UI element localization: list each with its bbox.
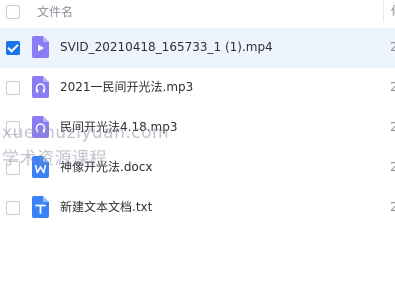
file-list-panel: 文件名 修 SVID_20210418_165733_1 (1).mp4 2 2… xyxy=(0,0,395,289)
column-header-filename[interactable]: 文件名 xyxy=(37,4,73,20)
row-checkbox[interactable] xyxy=(6,41,20,55)
column-divider[interactable] xyxy=(383,0,384,22)
file-modified-date: 2 xyxy=(390,80,395,94)
file-modified-date: 2 xyxy=(390,200,395,214)
select-all-checkbox[interactable] xyxy=(6,5,20,19)
watermark-url: xueshuziyuan.com xyxy=(2,123,170,143)
row-checkbox[interactable] xyxy=(6,81,20,95)
row-checkbox[interactable] xyxy=(6,201,20,215)
file-row[interactable]: 新建文本文档.txt 2 xyxy=(0,188,395,228)
video-file-icon xyxy=(32,36,49,58)
file-modified-date: 2 xyxy=(390,160,395,174)
file-name[interactable]: 2021一民间开光法.mp3 xyxy=(60,79,193,95)
text-file-icon xyxy=(32,196,49,218)
file-row[interactable]: 2021一民间开光法.mp3 2 xyxy=(0,68,395,108)
file-modified-date: 2 xyxy=(390,120,395,134)
audio-file-icon xyxy=(32,76,49,98)
file-name[interactable]: 新建文本文档.txt xyxy=(60,199,152,215)
file-list-header: 文件名 修 xyxy=(0,0,395,28)
file-modified-date: 2 xyxy=(390,40,395,54)
file-row[interactable]: SVID_20210418_165733_1 (1).mp4 2 xyxy=(0,28,395,68)
column-header-modified[interactable]: 修 xyxy=(391,3,395,19)
file-name[interactable]: SVID_20210418_165733_1 (1).mp4 xyxy=(60,39,273,55)
watermark-text: 学术资源课程 xyxy=(2,149,107,169)
